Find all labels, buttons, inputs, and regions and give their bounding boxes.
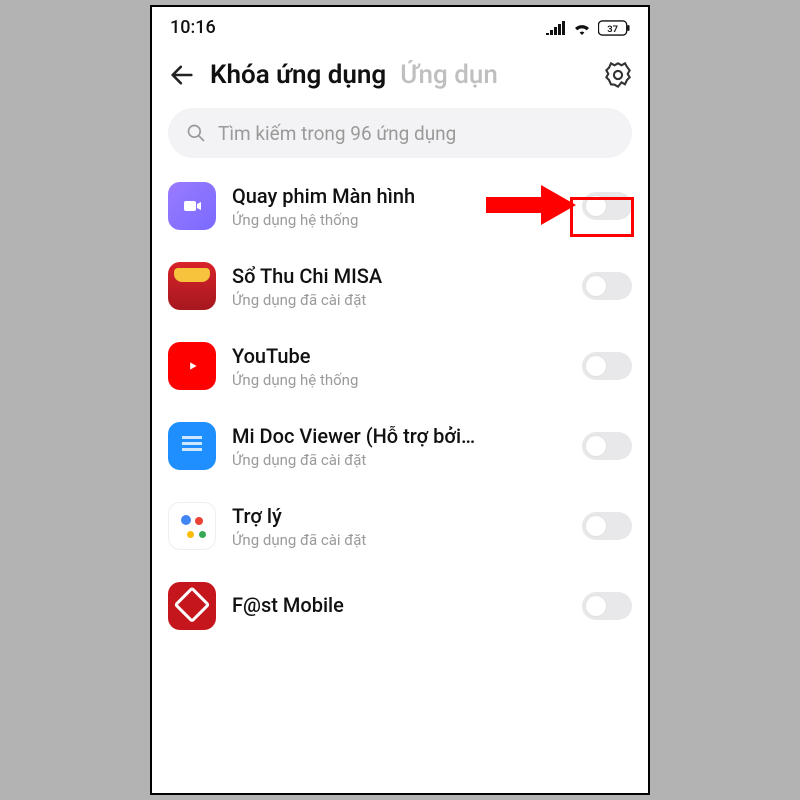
search-icon [186, 123, 206, 143]
app-row-misa[interactable]: Sổ Thu Chi MISA Ứng dụng đã cài đặt [168, 246, 632, 326]
screen-recorder-icon [168, 182, 216, 230]
midoc-icon [168, 422, 216, 470]
app-sub: Ứng dụng hệ thống [232, 371, 566, 389]
status-time: 10:16 [170, 17, 216, 38]
app-list: Quay phim Màn hình Ứng dụng hệ thống Sổ … [152, 166, 648, 646]
search-placeholder: Tìm kiếm trong 96 ứng dụng [218, 122, 456, 145]
app-name: YouTube [232, 344, 566, 368]
signal-icon [546, 21, 566, 35]
battery-icon: 37 [598, 20, 630, 36]
assistant-icon [168, 502, 216, 550]
app-sub: Ứng dụng đã cài đặt [232, 531, 566, 549]
app-name: Sổ Thu Chi MISA [232, 264, 566, 288]
status-bar: 10:16 37 [152, 7, 648, 42]
app-sub: Ứng dụng đã cài đặt [232, 451, 566, 469]
toggle-switch[interactable] [582, 352, 632, 380]
toggle-switch[interactable] [582, 432, 632, 460]
youtube-icon [168, 342, 216, 390]
toggle-switch[interactable] [582, 512, 632, 540]
app-sub: Ứng dụng đã cài đặt [232, 291, 566, 309]
app-row-screen-recorder[interactable]: Quay phim Màn hình Ứng dụng hệ thống [168, 166, 632, 246]
toggle-switch[interactable] [582, 272, 632, 300]
settings-icon[interactable] [604, 61, 632, 89]
back-icon[interactable] [168, 61, 196, 89]
app-name: Quay phim Màn hình [232, 184, 566, 208]
app-name: Mi Doc Viewer (Hỗ trợ bởi… [232, 424, 566, 448]
app-sub: Ứng dụng hệ thống [232, 211, 566, 229]
toggle-switch[interactable] [582, 592, 632, 620]
phone-frame: 10:16 37 Khóa ứng dụng Ứng dụn Tìm kiếm … [150, 5, 650, 795]
wifi-icon [572, 21, 592, 35]
app-row-youtube[interactable]: YouTube Ứng dụng hệ thống [168, 326, 632, 406]
app-row-assistant[interactable]: Trợ lý Ứng dụng đã cài đặt [168, 486, 632, 566]
app-name: F@st Mobile [232, 593, 566, 617]
app-row-midoc[interactable]: Mi Doc Viewer (Hỗ trợ bởi… Ứng dụng đã c… [168, 406, 632, 486]
misa-icon [168, 262, 216, 310]
app-row-fast-mobile[interactable]: F@st Mobile [168, 566, 632, 646]
app-name: Trợ lý [232, 504, 566, 528]
tab-hidden-apps[interactable]: Ứng dụn [400, 60, 498, 90]
search-input[interactable]: Tìm kiếm trong 96 ứng dụng [168, 108, 632, 158]
svg-text:37: 37 [607, 23, 618, 34]
page-title: Khóa ứng dụng [210, 60, 386, 90]
toggle-switch[interactable] [582, 192, 632, 220]
status-right: 37 [546, 20, 630, 36]
header: Khóa ứng dụng Ứng dụn [152, 42, 648, 102]
fast-mobile-icon [168, 582, 216, 630]
